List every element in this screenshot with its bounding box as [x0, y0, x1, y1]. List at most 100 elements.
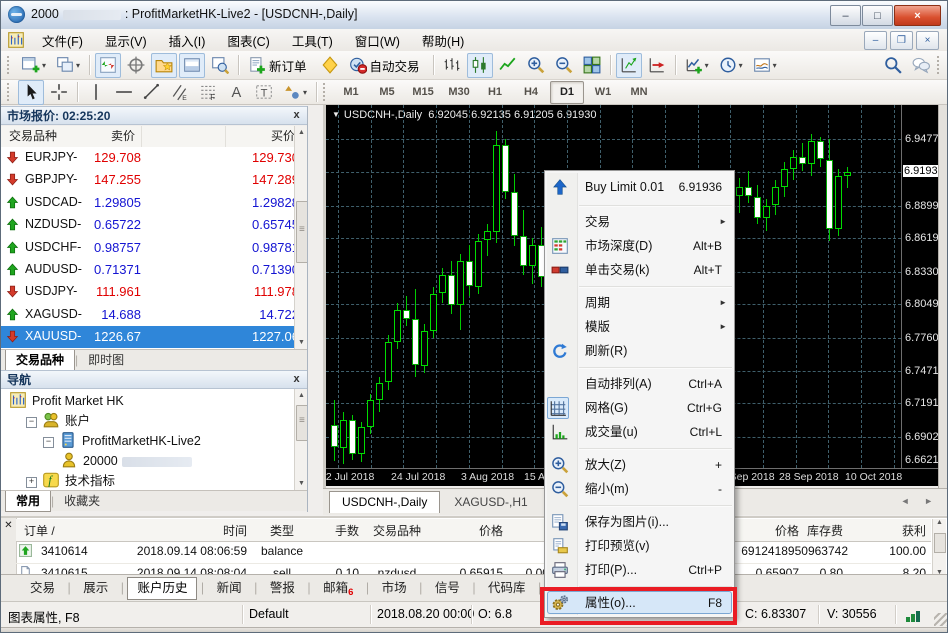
mdi-restore-button[interactable]: ❐ — [890, 31, 913, 50]
market-watch-row-xauusd-[interactable]: XAUUSD-1226.671227.06 — [1, 326, 307, 348]
terminal-row-3410614[interactable]: 34106142018.09.14 08:06:59balance100.006… — [16, 541, 931, 564]
market-watch-close-icon[interactable]: x — [290, 109, 303, 122]
autotrading-button[interactable]: 自动交易 — [345, 53, 428, 78]
scrollbar-thumb[interactable] — [934, 533, 946, 553]
market-watch-row-audusd-[interactable]: AUDUSD-0.713710.71390 — [1, 259, 307, 281]
chart-line-button[interactable] — [495, 53, 521, 78]
expand-icon[interactable]: + — [26, 477, 37, 488]
context-menu-item-print[interactable]: 打印(P)...Ctrl+P — [545, 558, 734, 582]
terminal-close-icon[interactable]: ✕ — [3, 520, 14, 531]
new-order-button[interactable]: 新订单 — [244, 53, 315, 78]
timeframe-d1-button[interactable]: D1 — [550, 81, 584, 104]
menubar-item-4[interactable]: 图表(C) — [216, 29, 280, 52]
new-chart-button[interactable]: ▾ — [18, 53, 50, 78]
context-menu-item-print-preview[interactable]: 打印预览(v) — [545, 534, 734, 558]
timeframe-mn-button[interactable]: MN — [622, 81, 656, 104]
zoom-in-button[interactable] — [523, 53, 549, 78]
navigator-item-2[interactable]: −账户 — [1, 411, 307, 431]
context-menu-item-timeframes[interactable]: 周期► — [545, 291, 734, 315]
context-menu-item-buy-limit[interactable]: Buy Limit 0.016.91936 — [545, 173, 734, 201]
terminal-column-price[interactable]: 价格 — [435, 522, 503, 539]
navigator-item-4[interactable]: 20000 — [1, 451, 307, 471]
market-watch-row-usdjpy-[interactable]: USDJPY-111.961111.978 — [1, 281, 307, 303]
templates-button[interactable]: ▾ — [749, 53, 781, 78]
tile-windows-button[interactable] — [579, 53, 605, 78]
market-watch-tab-1[interactable]: 交易品种 — [5, 350, 75, 371]
price-axis[interactable]: 6.947756.889956.861906.833006.804956.776… — [901, 105, 939, 468]
terminal-button[interactable] — [179, 53, 205, 78]
context-menu-item-one-click-trading[interactable]: 单击交易(k)Alt+T — [545, 258, 734, 282]
cursor-button[interactable] — [18, 80, 44, 105]
text-label-button[interactable]: T — [251, 80, 277, 105]
market-watch-row-eurjpy-[interactable]: EURJPY-129.708129.730 — [1, 147, 307, 169]
terminal-column-time[interactable]: 时间 — [119, 522, 247, 539]
terminal-tab-6[interactable]: 邮箱6 — [314, 578, 362, 599]
terminal-tab-9[interactable]: 代码库 — [479, 578, 535, 599]
column-bid[interactable]: 卖价 — [111, 126, 135, 146]
context-menu-item-zoom-in[interactable]: 放大(Z)+ — [545, 453, 734, 477]
zoom-out-button[interactable] — [551, 53, 577, 78]
menubar-item-2[interactable]: 显示(V) — [94, 29, 158, 52]
data-window-button[interactable] — [123, 53, 149, 78]
minimize-button[interactable]: – — [830, 5, 861, 26]
market-watch-scrollbar[interactable]: ▲ ▼ — [294, 126, 308, 349]
status-profile[interactable]: Default — [249, 607, 289, 621]
navigator-tab-2[interactable]: 收藏夹 — [54, 491, 110, 511]
context-menu-item-volumes[interactable]: 成交量(u)Ctrl+L — [545, 420, 734, 444]
resize-grip[interactable] — [934, 613, 947, 626]
terminal-column-symbol[interactable]: 交易品种 — [359, 522, 435, 539]
close-button[interactable]: × — [894, 5, 941, 26]
chart-tab-2[interactable]: XAGUSD-,H1 — [442, 492, 539, 513]
market-watch-row-nzdusd-[interactable]: NZDUSD-0.657220.65745 — [1, 214, 307, 236]
column-symbol[interactable]: 交易品种 — [9, 126, 57, 146]
market-watch-row-usdchf-[interactable]: USDCHF-0.987570.98781 — [1, 237, 307, 259]
navigator-tab-1[interactable]: 常用 — [5, 491, 51, 512]
crosshair-button[interactable] — [46, 80, 72, 105]
profiles-button[interactable]: ▾ — [52, 53, 84, 78]
navigator-item-3[interactable]: −ProfitMarketHK-Live2 — [1, 431, 307, 451]
terminal-tab-2[interactable]: 展示 — [74, 578, 117, 599]
timeframe-m5-button[interactable]: M5 — [370, 81, 404, 104]
context-menu-item-zoom-out[interactable]: 缩小(m)- — [545, 477, 734, 501]
timeframe-h1-button[interactable]: H1 — [478, 81, 512, 104]
column-ask[interactable]: 买价 — [271, 126, 295, 146]
context-menu-item-templates[interactable]: 模版► — [545, 315, 734, 339]
search-button[interactable] — [880, 53, 906, 78]
collapse-icon[interactable]: − — [26, 417, 37, 428]
auto-scroll-button[interactable] — [644, 53, 670, 78]
market-watch-button[interactable] — [95, 53, 121, 78]
chart-candles-button[interactable] — [467, 53, 493, 78]
menubar-item-6[interactable]: 窗口(W) — [344, 29, 411, 52]
timeframe-m1-button[interactable]: M1 — [334, 81, 368, 104]
metaeditor-button[interactable] — [317, 53, 343, 78]
terminal-column-order[interactable]: 订单 / — [19, 522, 124, 539]
text-button[interactable]: A — [223, 80, 249, 105]
terminal-scrollbar[interactable]: ▲ ▼ — [932, 519, 946, 576]
chart-bars-button[interactable] — [439, 53, 465, 78]
context-menu-item-refresh[interactable]: 刷新(R) — [545, 339, 734, 363]
context-menu-item-trade[interactable]: 交易► — [545, 210, 734, 234]
terminal-tab-7[interactable]: 市场 — [373, 578, 416, 599]
terminal-tab-8[interactable]: 信号 — [426, 578, 469, 599]
terminal-tab-4[interactable]: 新闻 — [208, 578, 251, 599]
menubar-item-1[interactable]: 文件(F) — [31, 29, 94, 52]
indicators-button[interactable]: ▾ — [681, 53, 713, 78]
vertical-line-button[interactable] — [83, 80, 109, 105]
periods-button[interactable]: ▾ — [715, 53, 747, 78]
market-watch-row-xagusd-[interactable]: XAGUSD-14.68814.722 — [1, 304, 307, 326]
equidistant-channel-button[interactable]: E — [167, 80, 193, 105]
context-menu-item-grid[interactable]: 网格(G)Ctrl+G — [545, 396, 734, 420]
collapse-icon[interactable]: − — [43, 437, 54, 448]
timeframe-h4-button[interactable]: H4 — [514, 81, 548, 104]
context-menu-item-depth-of-market[interactable]: 市场深度(D)Alt+B — [545, 234, 734, 258]
context-menu-item-save-as-picture[interactable]: 保存为图片(i)... — [545, 510, 734, 534]
arrows-button[interactable]: ▾ — [279, 80, 311, 105]
terminal-column-type[interactable]: 类型 — [247, 522, 317, 539]
horizontal-line-button[interactable] — [111, 80, 137, 105]
mdi-minimize-button[interactable]: – — [864, 31, 887, 50]
navigator-button[interactable] — [151, 53, 177, 78]
timeframe-m15-button[interactable]: M15 — [406, 81, 440, 104]
maximize-button[interactable]: □ — [862, 5, 893, 26]
menubar-item-5[interactable]: 工具(T) — [281, 29, 344, 52]
menubar-item-3[interactable]: 插入(I) — [158, 29, 217, 52]
